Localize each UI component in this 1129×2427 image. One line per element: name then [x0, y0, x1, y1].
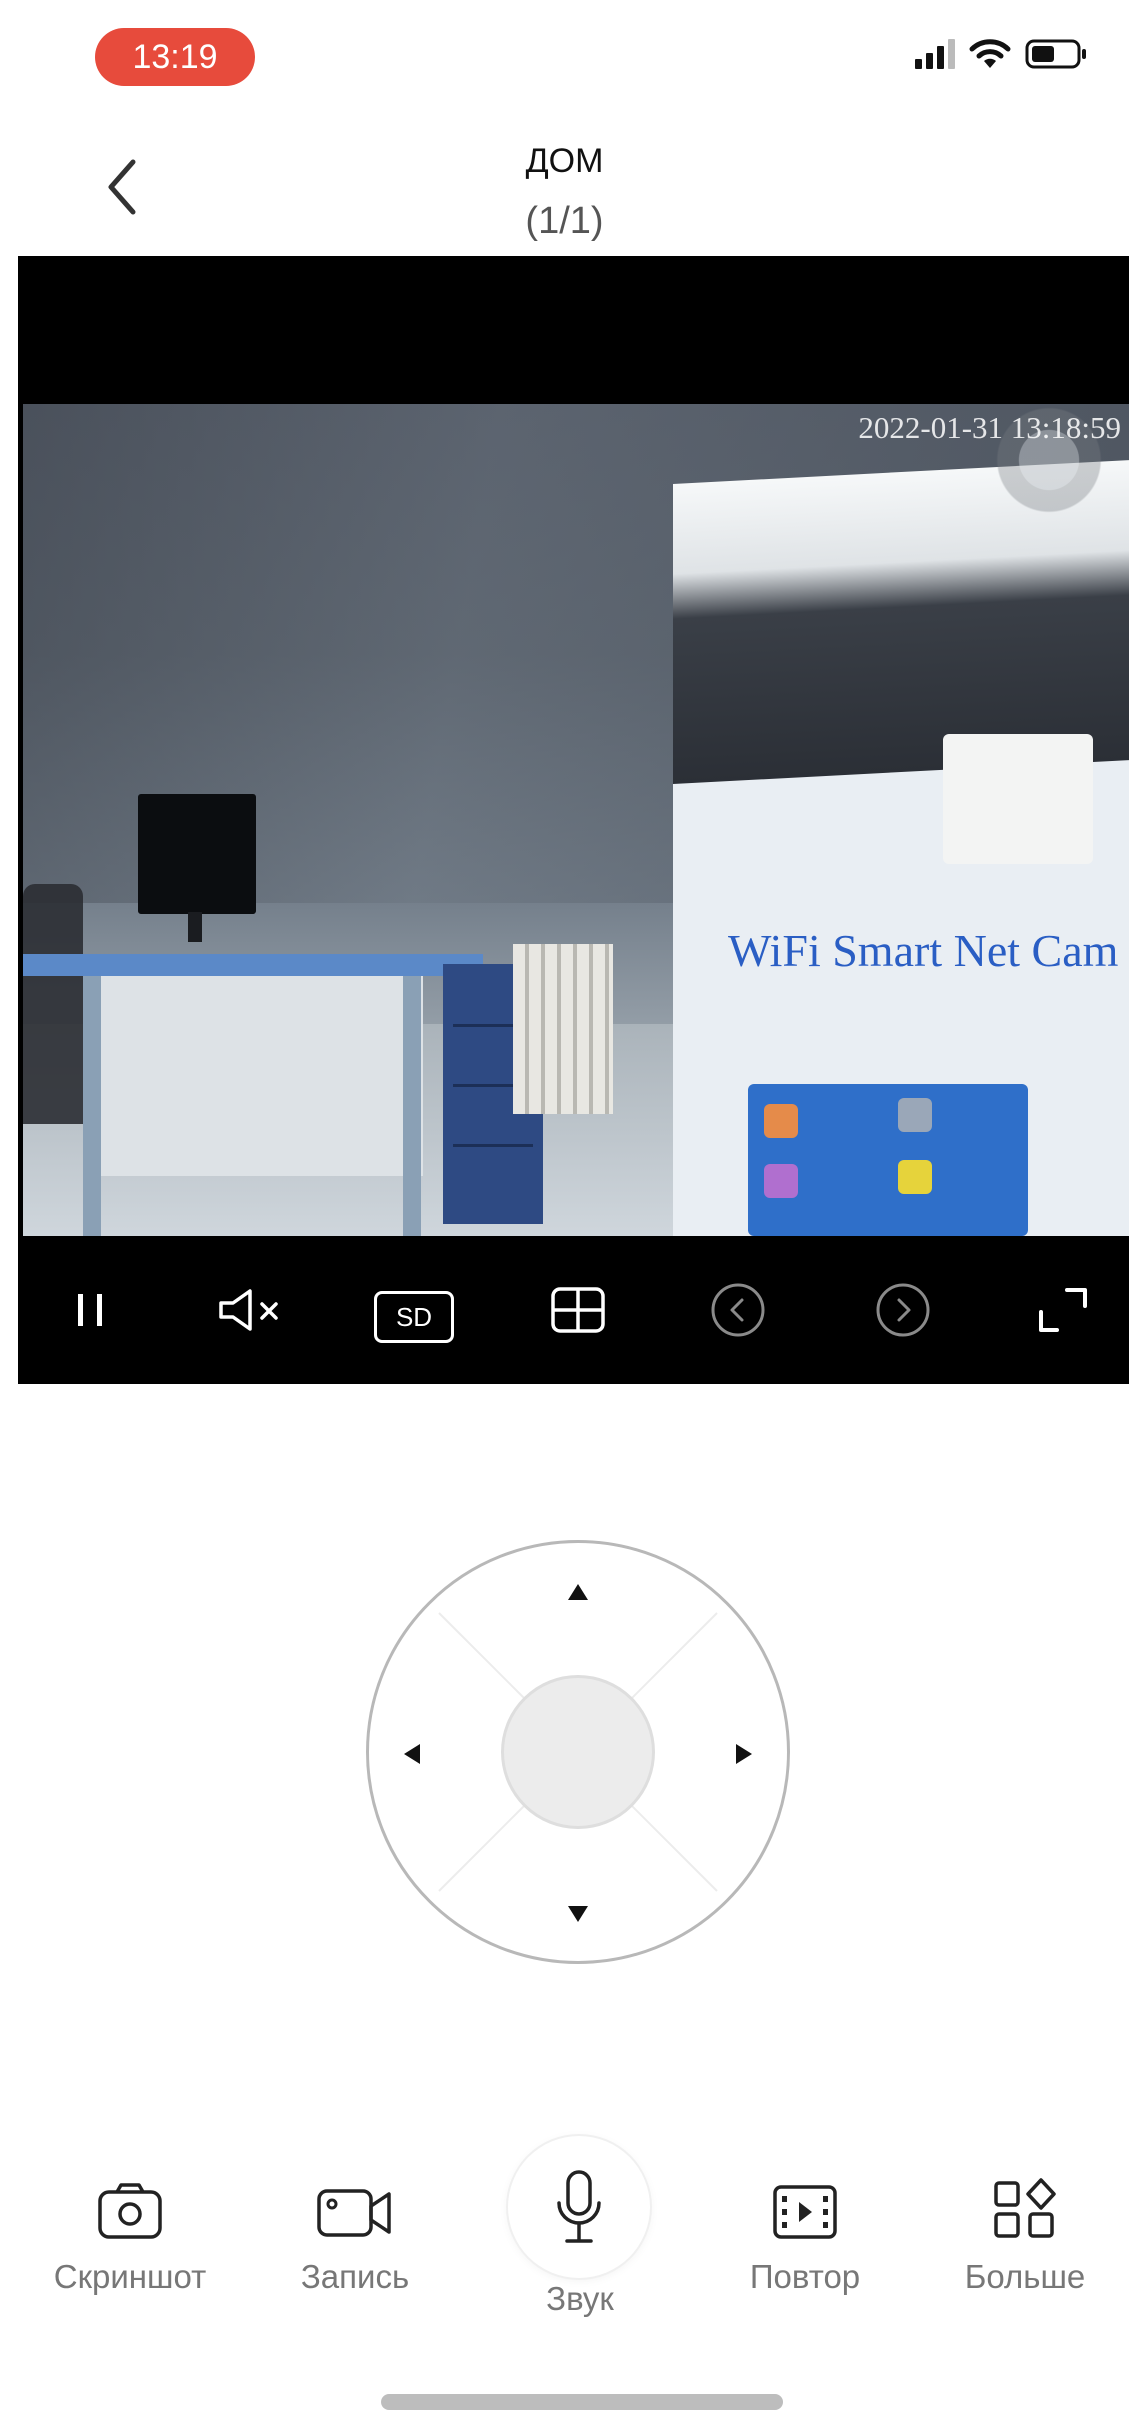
speaker-muted-icon	[219, 1289, 278, 1331]
pause-icon	[78, 1294, 102, 1326]
arrow-up-icon[interactable]	[567, 1583, 589, 1601]
quality-button[interactable]: SD	[374, 1270, 454, 1350]
camera-icon	[98, 2183, 162, 2239]
fullscreen-icon	[1039, 1288, 1087, 1332]
signal-icon	[915, 39, 955, 69]
mute-button[interactable]	[213, 1270, 293, 1350]
more-label: Больше	[964, 2258, 1086, 2295]
video-player[interactable]: WiFi Smart Net Cam 2022-01-31 13:18:59 S…	[18, 256, 1129, 1384]
grid-button[interactable]	[538, 1270, 618, 1350]
scene-monitor	[138, 794, 256, 914]
wifi-icon	[969, 39, 1011, 68]
status-time: 13:19	[95, 28, 255, 86]
playback-button[interactable]: Повтор	[705, 2160, 905, 2296]
arrow-left-icon[interactable]	[403, 1743, 421, 1765]
microphone-icon	[557, 2170, 601, 2243]
sound-label: Звук	[546, 2280, 614, 2317]
page-subtitle: (1/1)	[525, 200, 604, 242]
home-indicator[interactable]	[381, 2394, 783, 2410]
scene-chair	[23, 884, 83, 1124]
grid-icon	[551, 1287, 605, 1333]
arrow-down-icon[interactable]	[567, 1905, 589, 1923]
apps-grid-icon	[994, 2178, 1056, 2238]
fullscreen-button[interactable]	[1023, 1270, 1103, 1350]
arrow-right-icon[interactable]	[735, 1743, 753, 1765]
battery-icon	[1025, 39, 1086, 69]
record-label: Запись	[300, 2258, 410, 2295]
page-title: ДОМ	[525, 142, 604, 180]
pause-button[interactable]	[50, 1270, 130, 1350]
screenshot-label: Скриншот	[53, 2258, 207, 2295]
camera-feed[interactable]: WiFi Smart Net Cam 2022-01-31 13:18:59	[23, 404, 1129, 1236]
ptz-joystick[interactable]	[366, 1540, 790, 1964]
sound-button[interactable]	[508, 2136, 650, 2278]
record-button[interactable]: Запись	[255, 2160, 455, 2296]
prev-channel-button[interactable]	[698, 1270, 778, 1350]
more-button[interactable]: Больше	[925, 2160, 1125, 2296]
status-icons	[915, 38, 1087, 70]
video-camera-icon	[317, 2189, 391, 2237]
quality-label: SD	[374, 1291, 454, 1343]
video-timestamp: 2022-01-31 13:18:59	[858, 410, 1121, 445]
scene-box-text: WiFi Smart Net Cam	[728, 925, 1119, 976]
screenshot-button[interactable]: Скриншот	[30, 2160, 230, 2296]
scene-radiator	[513, 944, 613, 1114]
video-controls: SD	[18, 1236, 1129, 1384]
ptz-center-button[interactable]	[501, 1675, 655, 1829]
playback-film-icon	[773, 2185, 837, 2239]
next-channel-button[interactable]	[863, 1270, 943, 1350]
chevron-right-circle-icon	[876, 1283, 930, 1337]
chevron-left-circle-icon	[711, 1283, 765, 1337]
playback-label: Повтор	[749, 2258, 861, 2295]
